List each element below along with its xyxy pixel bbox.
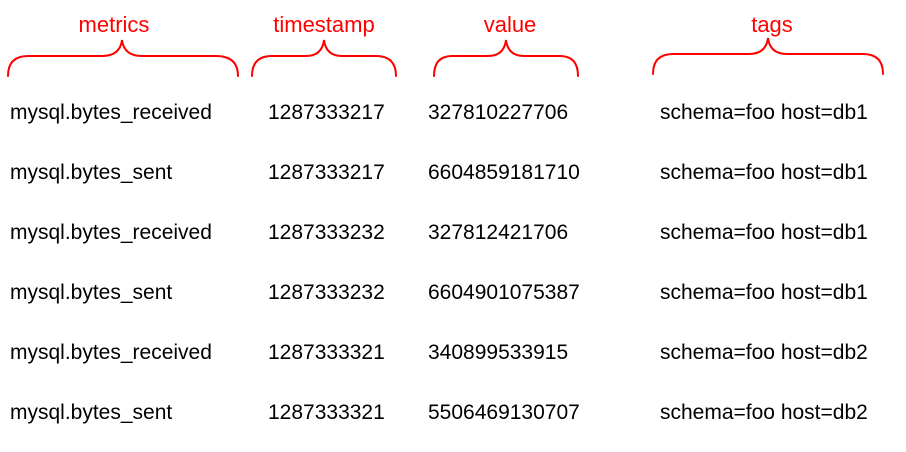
value-cell: 327812421706 — [428, 221, 569, 244]
value-cell: 327810227706 — [428, 101, 569, 124]
timestamp-cell: 1287333232 — [268, 281, 385, 304]
tags-cell: schema=foo host=db1 — [660, 101, 868, 124]
tags-cell: schema=foo host=db1 — [660, 161, 868, 184]
tags-cell: schema=foo host=db1 — [660, 221, 868, 244]
metric-name: mysql.bytes_received — [10, 101, 212, 124]
metric-name: mysql.bytes_sent — [10, 281, 173, 304]
timestamp-cell: 1287333217 — [268, 161, 385, 184]
tags-cell: schema=foo host=db2 — [660, 341, 868, 364]
value-cell: 5506469130707 — [428, 401, 580, 424]
metric-name: mysql.bytes_sent — [10, 401, 173, 424]
column-braces — [7, 37, 884, 77]
tags-brace — [652, 37, 884, 75]
tags-cell: schema=foo host=db1 — [660, 281, 868, 304]
metric-name: mysql.bytes_sent — [10, 161, 173, 184]
metric-name: mysql.bytes_received — [10, 341, 212, 364]
value-cell: 340899533915 — [428, 341, 569, 364]
value-cell: 6604859181710 — [428, 161, 580, 184]
metric-name: mysql.bytes_received — [10, 221, 212, 244]
timestamp-cell: 1287333321 — [268, 401, 385, 424]
timestamp-cell: 1287333321 — [268, 341, 385, 364]
table-row: mysql.bytes_sent 1287333321 550646913070… — [0, 384, 906, 444]
timestamp-cell: 1287333232 — [268, 221, 385, 244]
table-row: mysql.bytes_received 1287333217 32781022… — [0, 84, 906, 144]
timestamp-brace — [251, 39, 397, 77]
table-row: mysql.bytes_received 1287333321 34089953… — [0, 324, 906, 384]
table-row: mysql.bytes_sent 1287333232 660490107538… — [0, 264, 906, 324]
table-row: mysql.bytes_received 1287333232 32781242… — [0, 204, 906, 264]
metrics-table: mysql.bytes_received 1287333217 32781022… — [0, 84, 906, 444]
value-cell: 6604901075387 — [428, 281, 580, 304]
timestamp-cell: 1287333217 — [268, 101, 385, 124]
metrics-brace — [7, 39, 239, 77]
tags-cell: schema=foo host=db2 — [660, 401, 868, 424]
table-row: mysql.bytes_sent 1287333217 660485918171… — [0, 144, 906, 204]
value-brace — [433, 39, 579, 77]
